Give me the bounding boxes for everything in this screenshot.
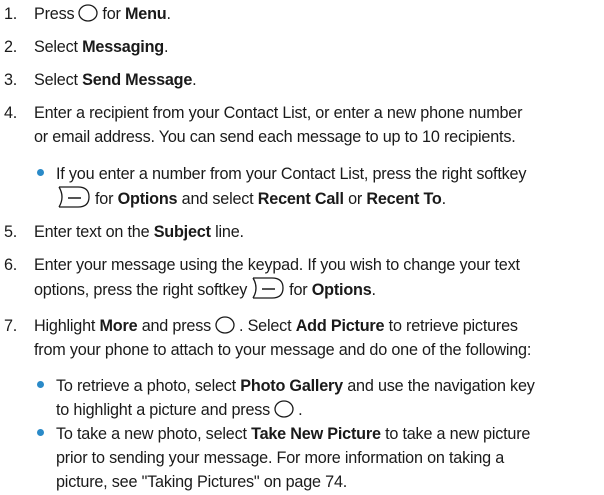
step-number: 1. — [4, 5, 18, 23]
step-number: 6. — [4, 256, 18, 274]
step-number: 5. — [4, 223, 18, 241]
manual-page: 1. Press for Menu. 2. Select Messaging. 3… — [0, 0, 604, 495]
right-softkey-icon — [252, 277, 284, 299]
bullet-dot — [37, 381, 44, 388]
step-number: 3. — [4, 71, 18, 89]
ok-key-circle-icon — [78, 4, 99, 22]
bullet-dot — [37, 429, 44, 436]
step-number: 2. — [4, 38, 18, 56]
ok-key-circle-icon — [274, 400, 294, 418]
bullet-dot — [37, 169, 44, 176]
step-number: 7. — [4, 317, 18, 335]
step-number: 4. — [4, 104, 18, 122]
ok-key-circle-icon — [215, 316, 235, 334]
right-softkey-icon — [58, 186, 90, 208]
